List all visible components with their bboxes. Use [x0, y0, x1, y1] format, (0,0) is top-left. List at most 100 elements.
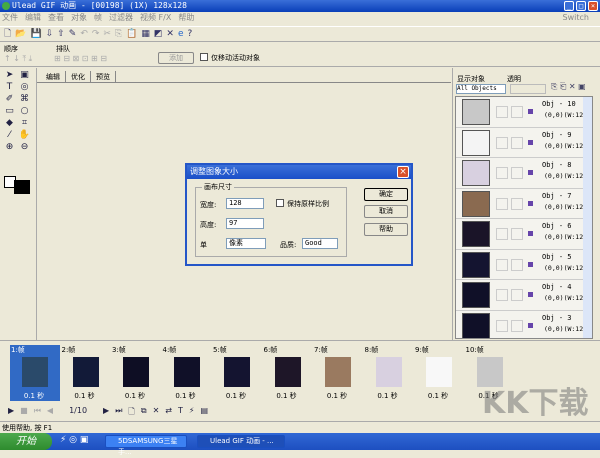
menu-filter[interactable]: 过滤器 — [109, 13, 133, 22]
apply-button[interactable]: 添加 — [158, 52, 194, 64]
last-frame-icon[interactable]: ⏭ — [115, 406, 122, 420]
align-icons[interactable]: ⊞ ⊟ ⊠ ⊡ ⊞ ⊟ — [54, 54, 107, 63]
pointer-tool-icon[interactable]: ➤ — [2, 70, 17, 82]
frame-delay[interactable]: 0.1 秒 — [414, 391, 462, 401]
optimize-icon[interactable]: ⚡ — [189, 406, 195, 420]
banner-text-icon[interactable]: T — [178, 406, 183, 420]
export-icon[interactable]: ⇧ — [57, 29, 65, 39]
object-lock-checkbox[interactable] — [511, 289, 523, 301]
text-tool-icon[interactable]: T — [2, 82, 17, 94]
menu-file[interactable]: 文件 — [2, 13, 18, 22]
object-lock-checkbox[interactable] — [511, 319, 523, 332]
object-lock-checkbox[interactable] — [511, 258, 523, 271]
unit-dropdown[interactable]: 像素 — [226, 238, 266, 249]
ie-preview-icon[interactable]: e — [178, 29, 184, 39]
frame-delay[interactable]: 0.1 秒 — [111, 391, 159, 401]
show-objects-dropdown[interactable]: All Objects — [456, 84, 506, 94]
object-visible-checkbox[interactable] — [496, 289, 508, 301]
frame-item[interactable]: 8:帧 0.1 秒 — [364, 345, 414, 401]
brush-tool-icon[interactable]: ✐ — [2, 94, 17, 106]
frame-item[interactable]: 9:帧 0.1 秒 — [414, 345, 464, 401]
menu-view[interactable]: 查看 — [48, 13, 64, 22]
object-visible-checkbox[interactable] — [496, 136, 508, 149]
tween-icon[interactable]: ⇄ — [165, 406, 172, 420]
ok-button[interactable]: 确定 — [364, 188, 408, 201]
first-frame-icon[interactable]: ⏮ — [34, 406, 41, 420]
eraser-tool-icon[interactable]: ▭ — [2, 106, 17, 118]
width-input[interactable]: 128 — [226, 198, 264, 209]
stop-icon[interactable]: ■ — [20, 406, 28, 420]
frame-delay[interactable]: 0.1 秒 — [61, 391, 109, 401]
quality-dropdown[interactable]: Good — [302, 238, 338, 249]
maximize-button[interactable]: □ — [576, 1, 586, 11]
object-lock-checkbox[interactable] — [511, 167, 523, 179]
only-move-active-checkbox[interactable] — [200, 53, 208, 61]
delete-frame-icon[interactable]: ✕ — [153, 406, 160, 420]
object-row[interactable]: Obj - 3(0,0)(W:128,H: — [456, 311, 592, 338]
switch-link[interactable]: Switch — [563, 12, 589, 24]
import-icon[interactable]: ⇩ — [46, 29, 54, 39]
new-icon[interactable]: 🗋 — [4, 26, 11, 42]
object-row[interactable]: Obj - 5(0,0)(W:128,H: — [456, 250, 592, 280]
zoom-in-icon[interactable]: ⊕ — [2, 142, 17, 154]
menu-edit[interactable]: 编辑 — [25, 13, 41, 22]
wizard-icon[interactable]: ✎ — [69, 29, 77, 39]
object-lock-checkbox[interactable] — [511, 228, 523, 240]
cancel-button[interactable]: 取消 — [364, 205, 408, 218]
frame-properties-icon[interactable]: ▤ — [200, 406, 208, 420]
dialog-close-button[interactable]: × — [397, 166, 409, 178]
object-row[interactable]: Obj - 6(0,0)(W:128,H: — [456, 219, 592, 250]
object-lock-checkbox[interactable] — [511, 106, 523, 118]
minimize-button[interactable]: _ — [564, 1, 574, 11]
transparency-stepper[interactable] — [510, 84, 546, 94]
menu-help[interactable]: 帮助 — [178, 13, 194, 22]
object-row[interactable]: Obj - 4(0,0)(W:128,H: — [456, 280, 592, 311]
object-visible-checkbox[interactable] — [496, 197, 508, 210]
menu-object[interactable]: 对象 — [71, 13, 87, 22]
height-input[interactable]: 97 — [226, 218, 264, 229]
duplicate-frame-icon[interactable]: ⧉ — [141, 406, 147, 420]
object-actions-icons[interactable]: ⎘ ⎗ ✕ ▣ — [551, 82, 586, 92]
play-icon[interactable]: ▶ — [8, 406, 14, 420]
lasso-tool-icon[interactable]: ◎ — [17, 82, 32, 94]
eyedropper-icon[interactable]: ⁄ — [2, 130, 17, 142]
magic-wand-icon[interactable]: ⌘ — [17, 94, 32, 106]
help-button[interactable]: 帮助 — [364, 223, 408, 236]
object-visible-checkbox[interactable] — [496, 228, 508, 240]
object-row[interactable]: Obj - 7(0,0)(W:128,H: — [456, 189, 592, 219]
object-lock-checkbox[interactable] — [511, 197, 523, 210]
frame-delay[interactable]: 0.1 秒 — [263, 391, 311, 401]
frame-delay[interactable]: 0.1 秒 — [162, 391, 210, 401]
frame-delay[interactable]: 0.1 秒 — [313, 391, 361, 401]
frame-item[interactable]: 7:帧 0.1 秒 — [313, 345, 363, 401]
prev-frame-icon[interactable]: ◀ — [47, 406, 53, 420]
frame-item[interactable]: 3:帧 0.1 秒 — [111, 345, 161, 401]
select-tool-icon[interactable]: ▣ — [17, 70, 32, 82]
crop-tool-icon[interactable]: ⌗ — [17, 118, 32, 130]
menu-frame[interactable]: 帧 — [94, 13, 102, 22]
object-visible-checkbox[interactable] — [496, 258, 508, 271]
object-visible-checkbox[interactable] — [496, 167, 508, 179]
order-arrows-icon[interactable]: ↑ ↓ ⤒ ⤓ — [4, 54, 32, 64]
menu-video-fx[interactable]: 视频 F/X — [140, 13, 171, 22]
next-frame-icon[interactable]: ▶ — [103, 406, 109, 420]
save-icon[interactable]: 💾 — [30, 29, 41, 39]
ellipse-tool-icon[interactable]: ○ — [17, 106, 32, 118]
object-visible-checkbox[interactable] — [496, 319, 508, 332]
quick-launch-icons[interactable]: ⚡ ◎ ▣ — [60, 435, 88, 445]
open-icon[interactable]: 📂 — [15, 29, 26, 39]
image-size-icon[interactable]: ▦ — [141, 29, 150, 39]
hand-tool-icon[interactable]: ✋ — [17, 130, 32, 142]
paste-icon[interactable]: 📋 — [126, 29, 137, 39]
keep-ratio-checkbox[interactable] — [276, 199, 284, 207]
frame-delay[interactable]: 0.1 秒 — [212, 391, 260, 401]
start-button[interactable]: 开始 — [0, 433, 52, 450]
object-list-scrollbar[interactable] — [583, 97, 592, 338]
delete-icon[interactable]: ✕ — [166, 29, 174, 39]
object-row[interactable]: Obj - 9(0,0)(W:128,H: — [456, 128, 592, 158]
frame-delay[interactable]: 0.1 秒 — [364, 391, 412, 401]
object-row[interactable]: Obj - 8(0,0)(W:128,H: — [456, 158, 592, 189]
frame-delay[interactable]: 0.1 秒 — [10, 391, 58, 401]
help-icon[interactable]: ? — [188, 29, 193, 39]
undo-icon[interactable]: ↶ — [80, 29, 88, 39]
